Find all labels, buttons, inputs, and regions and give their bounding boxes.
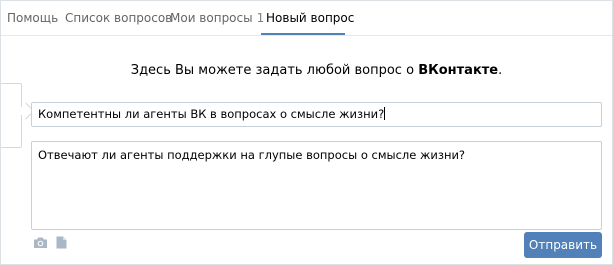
document-icon[interactable] bbox=[56, 234, 67, 253]
send-button[interactable]: Отправить bbox=[524, 232, 602, 258]
tab-question-list-label: Список вопросов bbox=[65, 11, 173, 25]
tab-help[interactable]: Помощь bbox=[7, 1, 58, 35]
tab-new-question[interactable]: Новый вопрос bbox=[266, 1, 354, 35]
camera-icon[interactable] bbox=[33, 234, 48, 253]
question-body-value: Отвечают ли агенты поддержки на глупые в… bbox=[38, 148, 466, 162]
headline-text: Здесь Вы можете задать любой вопрос о bbox=[130, 63, 419, 78]
active-tab-indicator bbox=[261, 33, 345, 35]
side-tooltip-box bbox=[1, 83, 22, 148]
question-body-textarea[interactable]: Отвечают ли агенты поддержки на глупые в… bbox=[31, 141, 602, 230]
question-title-input[interactable]: Компетентны ли агенты ВК в вопросах о см… bbox=[31, 102, 602, 127]
send-button-label: Отправить bbox=[528, 238, 598, 252]
headline-end: . bbox=[498, 63, 503, 78]
new-question-panel: Помощь Список вопросов Мои вопросы 1 Новы… bbox=[0, 0, 613, 265]
page-headline: Здесь Вы можете задать любой вопрос о ВК… bbox=[31, 63, 602, 78]
tab-question-list[interactable]: Список вопросов bbox=[65, 1, 172, 35]
tab-my-questions[interactable]: Мои вопросы 1 bbox=[170, 1, 264, 35]
tab-my-questions-label: Мои вопросы bbox=[170, 11, 253, 25]
text-caret bbox=[384, 107, 386, 120]
question-title-value: Компетентны ли агенты ВК в вопросах о см… bbox=[38, 107, 385, 121]
tab-my-questions-count: 1 bbox=[256, 11, 265, 25]
tab-help-label: Помощь bbox=[7, 11, 59, 25]
tab-bar: Помощь Список вопросов Мои вопросы 1 Новы… bbox=[1, 1, 612, 36]
tab-new-question-label: Новый вопрос bbox=[266, 11, 355, 25]
headline-brand: ВКонтакте bbox=[418, 63, 499, 78]
